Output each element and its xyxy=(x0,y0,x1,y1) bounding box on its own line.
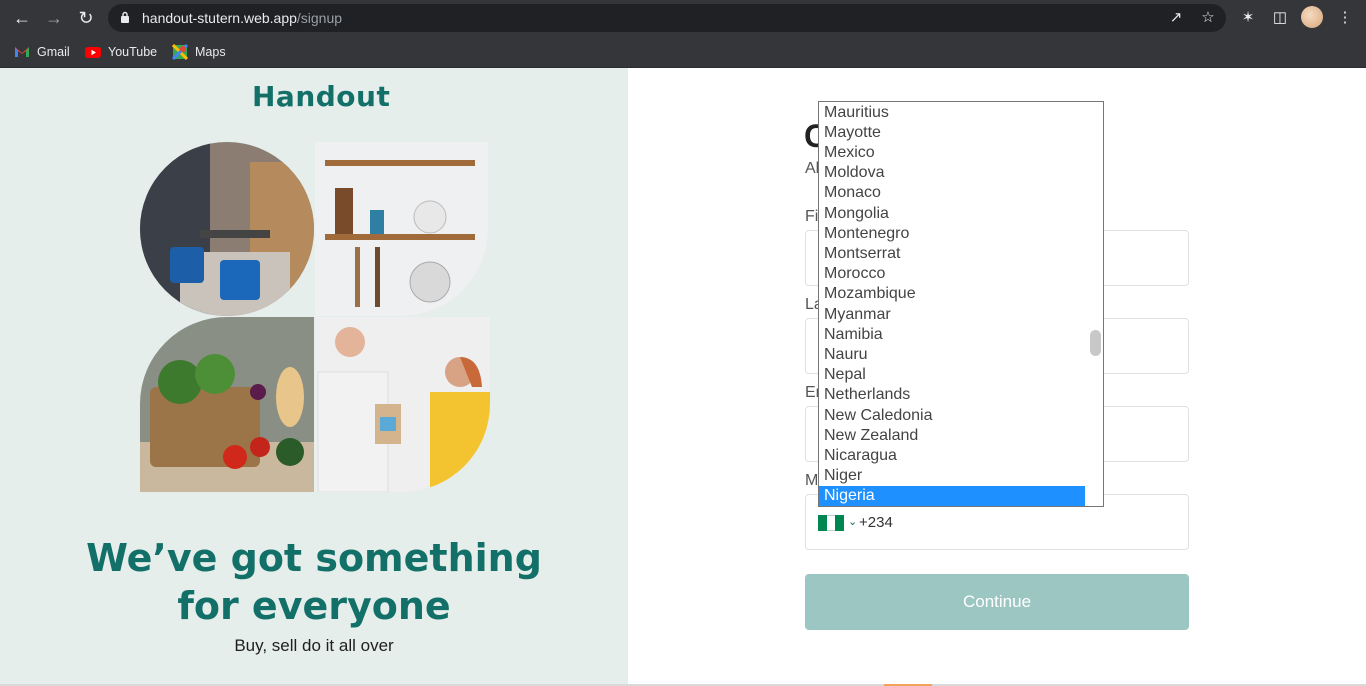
country-option[interactable]: Myanmar xyxy=(819,305,1085,325)
extensions-icon[interactable]: ✶ xyxy=(1237,7,1259,29)
country-option-selected[interactable]: Nigeria xyxy=(819,486,1085,506)
address-bar[interactable]: handout-stutern.web.app/signup ↗ ☆ xyxy=(108,4,1226,32)
continue-button[interactable]: Continue xyxy=(805,574,1189,630)
hero-collage-image xyxy=(140,142,490,492)
country-dropdown-list[interactable]: Mauritius Mayotte Mexico Moldova Monaco … xyxy=(818,101,1104,507)
back-icon[interactable]: ← xyxy=(10,6,34,30)
headline-line-1: We’ve got something xyxy=(86,536,542,580)
country-option[interactable]: Mayotte xyxy=(819,123,1085,143)
first-name-label: Fi xyxy=(805,208,819,225)
scrollbar-thumb[interactable] xyxy=(1090,330,1101,356)
tagline: Buy, sell do it all over xyxy=(234,636,394,655)
bookmark-gmail[interactable]: Gmail xyxy=(14,41,70,63)
bookmarks-bar: Gmail YouTube Maps xyxy=(0,36,1366,68)
country-option[interactable]: Nicaragua xyxy=(819,446,1085,466)
gmail-icon xyxy=(15,47,29,57)
country-option[interactable]: Monaco xyxy=(819,183,1085,203)
country-option[interactable]: Mauritius xyxy=(819,103,1085,123)
country-option[interactable]: Netherlands xyxy=(819,385,1085,405)
youtube-icon xyxy=(85,47,101,58)
country-option[interactable]: Nauru xyxy=(819,345,1085,365)
bookmark-label: YouTube xyxy=(108,45,158,59)
country-option[interactable]: Montserrat xyxy=(819,244,1085,264)
kitchen-photo xyxy=(315,142,488,316)
country-option[interactable]: Niger xyxy=(819,466,1085,486)
country-option[interactable]: New Caledonia xyxy=(819,406,1085,426)
mobile-label: M xyxy=(805,472,819,489)
headline: We’ve got something for everyone xyxy=(0,534,628,630)
handout-logo[interactable]: Handout xyxy=(252,80,390,113)
country-option[interactable]: Mozambique xyxy=(819,284,1085,304)
share-icon[interactable]: ↗ xyxy=(1166,8,1186,28)
bookmark-label: Gmail xyxy=(37,45,70,59)
menu-kebab-icon[interactable]: ⋮ xyxy=(1334,7,1356,29)
reload-icon[interactable]: ↻ xyxy=(74,6,98,30)
bookmark-label: Maps xyxy=(195,45,226,59)
dropdown-scrollbar[interactable] xyxy=(1085,102,1103,506)
bookmark-star-icon[interactable]: ☆ xyxy=(1198,8,1218,28)
lock-icon xyxy=(121,11,129,23)
country-option[interactable]: Mexico xyxy=(819,143,1085,163)
bookmark-maps[interactable]: Maps xyxy=(172,41,226,63)
people-photo xyxy=(315,317,490,492)
country-option[interactable]: Namibia xyxy=(819,325,1085,345)
maps-icon xyxy=(172,44,188,60)
profile-avatar[interactable] xyxy=(1301,6,1323,28)
side-panel-icon[interactable]: ◫ xyxy=(1269,7,1291,29)
forward-icon[interactable]: → xyxy=(42,6,66,30)
country-option[interactable]: Mongolia xyxy=(819,204,1085,224)
headline-line-2: for everyone xyxy=(177,584,451,628)
marketing-panel: Handout We’ve got something for everyone… xyxy=(0,68,628,686)
url-text: handout-stutern.web.app/signup xyxy=(142,10,343,26)
country-option[interactable]: Moldova xyxy=(819,163,1085,183)
country-option[interactable]: Morocco xyxy=(819,264,1085,284)
vegetables-photo xyxy=(140,317,314,492)
bookmark-youtube[interactable]: YouTube xyxy=(85,41,157,63)
country-option[interactable]: Nepal xyxy=(819,365,1085,385)
browser-toolbar: ← → ↻ handout-stutern.web.app/signup ↗ ☆… xyxy=(0,0,1366,36)
nigeria-flag-icon[interactable] xyxy=(818,515,844,531)
office-photo xyxy=(140,142,314,316)
country-option[interactable]: New Zealand xyxy=(819,426,1085,446)
dial-code: +234 xyxy=(859,514,893,531)
country-option[interactable]: Montenegro xyxy=(819,224,1085,244)
chevron-down-icon[interactable]: ⌄ xyxy=(848,515,857,528)
